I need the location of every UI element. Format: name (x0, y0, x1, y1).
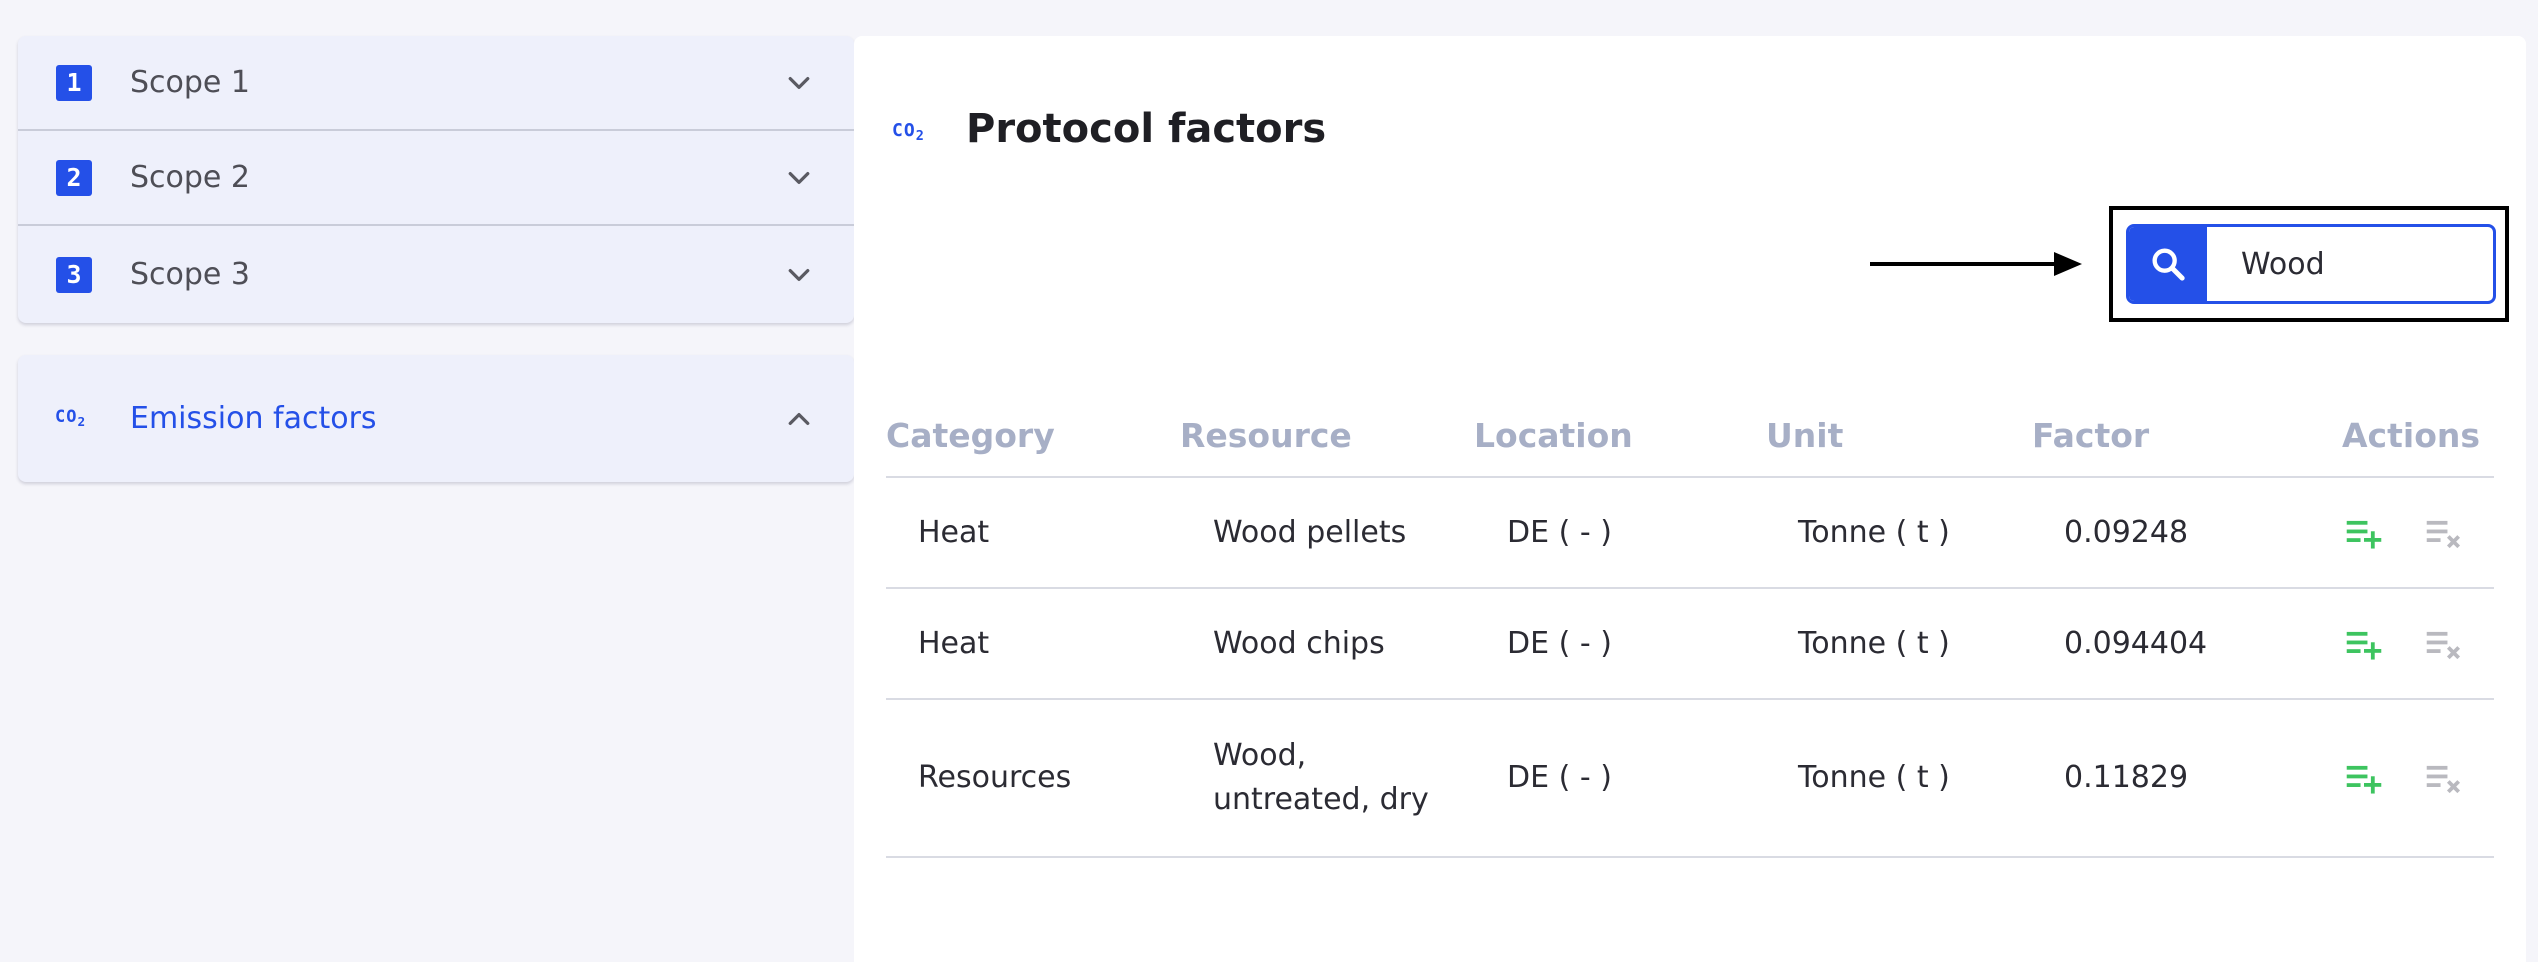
scope-3-badge: 3 (56, 256, 92, 293)
scope-2-badge: 2 (56, 159, 92, 196)
scope-2-item[interactable]: 2 Scope 2 (18, 131, 854, 226)
emission-factors-item[interactable]: CO2 Emission factors (18, 355, 854, 482)
cell-factor: 0.094404 (2064, 625, 2208, 661)
chevron-down-icon[interactable] (784, 260, 814, 290)
header-actions: Actions (2342, 416, 2480, 455)
cell-factor: 0.11829 (2064, 760, 2189, 795)
co2-icon: CO2 (892, 120, 925, 144)
cell-unit: Tonne ( t ) (1798, 514, 1950, 550)
cell-factor: 0.09248 (2064, 514, 2189, 550)
main-content: CO2 Protocol factors Category Resource L… (854, 36, 2526, 962)
cell-category: Resources (918, 760, 1072, 795)
cell-resource: Wood, untreated, dry (1213, 738, 1429, 817)
search-button[interactable] (2129, 227, 2207, 301)
table-row: Heat Wood pellets DE ( - ) Tonne ( t ) 0… (886, 478, 2494, 589)
cell-unit: Tonne ( t ) (1798, 760, 1950, 795)
table-row: Heat Wood chips DE ( - ) Tonne ( t ) 0.0… (886, 589, 2494, 700)
chevron-down-icon[interactable] (784, 68, 814, 98)
co2-icon: CO2 (55, 407, 87, 430)
playlist-add-icon[interactable] (2343, 625, 2385, 663)
playlist-add-icon[interactable] (2343, 759, 2385, 797)
scope-1-label: Scope 1 (130, 65, 251, 100)
cell-location: DE ( - ) (1507, 760, 1612, 795)
playlist-remove-icon[interactable] (2423, 625, 2465, 663)
scope-1-item[interactable]: 1 Scope 1 (18, 36, 854, 131)
page-title: Protocol factors (966, 106, 1327, 152)
table-header: Category Resource Location Unit Factor A… (886, 376, 2494, 478)
search-box (2126, 224, 2496, 304)
sidebar: 1 Scope 1 2 Scope 2 3 Scope 3 CO2 Emissi… (18, 36, 854, 482)
header-factor[interactable]: Factor (2032, 416, 2149, 455)
table-row: Resources Wood, untreated, dry DE ( - ) T… (886, 700, 2494, 858)
scope-1-badge: 1 (56, 64, 92, 101)
playlist-remove-icon[interactable] (2423, 759, 2465, 797)
scopes-panel: 1 Scope 1 2 Scope 2 3 Scope 3 (18, 36, 854, 323)
search-input[interactable] (2239, 245, 2483, 283)
header-resource[interactable]: Resource (1180, 416, 1352, 455)
header-unit[interactable]: Unit (1766, 416, 1843, 455)
playlist-add-icon[interactable] (2343, 514, 2385, 552)
cell-resource: Wood chips (1213, 625, 1385, 661)
arrow-right-icon (1870, 252, 2082, 276)
cell-unit: Tonne ( t ) (1798, 625, 1950, 661)
scope-2-label: Scope 2 (130, 160, 251, 195)
cell-location: DE ( - ) (1507, 625, 1612, 661)
factors-table: Category Resource Location Unit Factor A… (886, 376, 2494, 858)
cell-category: Heat (918, 514, 990, 550)
cell-category: Heat (918, 625, 990, 661)
cell-location: DE ( - ) (1507, 514, 1612, 550)
search-icon (2152, 248, 2185, 281)
emission-factors-panel: CO2 Emission factors (18, 355, 854, 482)
emission-factors-label: Emission factors (130, 401, 377, 436)
header-category[interactable]: Category (886, 416, 1055, 455)
header-location[interactable]: Location (1474, 416, 1633, 455)
scope-3-item[interactable]: 3 Scope 3 (18, 226, 854, 323)
chevron-up-icon[interactable] (784, 404, 814, 434)
cell-resource: Wood pellets (1213, 514, 1407, 550)
scope-3-label: Scope 3 (130, 257, 251, 292)
chevron-down-icon[interactable] (784, 163, 814, 193)
playlist-remove-icon[interactable] (2423, 514, 2465, 552)
